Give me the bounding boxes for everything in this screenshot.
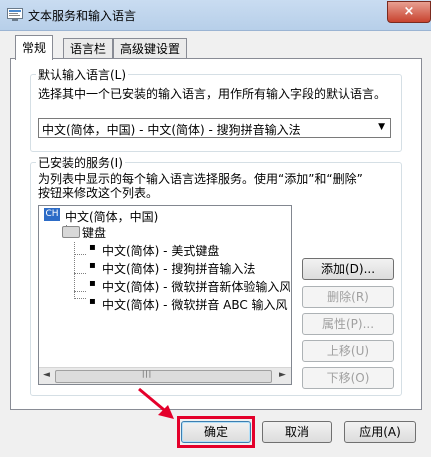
apply-button[interactable]: 应用(A) bbox=[344, 421, 416, 443]
scrollbar-thumb[interactable] bbox=[55, 370, 272, 383]
tab-advanced-key-settings[interactable]: 高级键设置 bbox=[113, 38, 188, 59]
tab-language-bar[interactable]: 语言栏 bbox=[63, 38, 114, 59]
red-arrow-icon bbox=[138, 387, 174, 419]
remove-button[interactable]: 删除(R) bbox=[302, 286, 394, 308]
tab-advanced-key-settings-label: 高级键设置 bbox=[120, 42, 181, 56]
bullet-icon: ▪ bbox=[89, 260, 96, 271]
scroll-grip-icon: ||| bbox=[142, 370, 153, 378]
window-title: 文本服务和输入语言 bbox=[28, 9, 137, 23]
tree-service-item[interactable]: 中文(简体) - 搜狗拼音输入法 bbox=[102, 260, 255, 277]
installed-services-description-2: 按钮来修改这个列表。 bbox=[38, 186, 159, 200]
tree-category-label[interactable]: 键盘 bbox=[82, 224, 106, 241]
installed-services-legend: 已安装的服务(I) bbox=[36, 154, 125, 171]
tree-service-item[interactable]: 中文(简体) - 微软拼音新体验输入风 bbox=[102, 278, 290, 295]
tab-language-bar-label: 语言栏 bbox=[70, 42, 107, 56]
tree-language-label[interactable]: 中文(简体，中国) bbox=[65, 208, 158, 225]
keyboard-icon bbox=[62, 226, 80, 238]
tree-connector bbox=[74, 254, 86, 255]
bullet-icon: ▪ bbox=[89, 278, 96, 289]
bullet-icon: ▪ bbox=[89, 242, 96, 253]
tab-general[interactable]: 常规 bbox=[15, 35, 54, 60]
horizontal-scrollbar[interactable]: ◄ ||| ► bbox=[39, 367, 291, 384]
title-bar[interactable]: 文本服务和输入语言 × bbox=[0, 0, 431, 31]
ok-highlight-box bbox=[177, 416, 255, 448]
cancel-button[interactable]: 取消 bbox=[262, 421, 332, 443]
language-badge[interactable]: CH bbox=[44, 208, 60, 221]
dialog-window: 文本服务和输入语言 × 常规 语言栏 高级键设置 默认输入语言(L) 选择其中一… bbox=[0, 0, 431, 457]
scroll-left-icon[interactable]: ◄ bbox=[43, 370, 50, 380]
tab-general-label: 常规 bbox=[22, 41, 47, 55]
tree-connector bbox=[74, 291, 86, 292]
add-button[interactable]: 添加(D)... bbox=[302, 258, 394, 280]
default-language-select[interactable]: 中文(简体，中国) - 中文(简体) - 搜狗拼音输入法 ▼ bbox=[38, 118, 391, 138]
default-language-legend: 默认输入语言(L) bbox=[36, 66, 129, 83]
close-icon: × bbox=[403, 4, 415, 19]
default-language-value: 中文(简体，中国) - 中文(简体) - 搜狗拼音输入法 bbox=[42, 123, 301, 137]
app-icon bbox=[7, 8, 23, 21]
close-button[interactable]: × bbox=[387, 1, 431, 23]
default-language-description: 选择其中一个已安装的输入语言，用作所有输入字段的默认语言。 bbox=[38, 87, 387, 101]
tree-service-item[interactable]: 中文(简体) - 美式键盘 bbox=[102, 242, 219, 259]
scroll-right-icon[interactable]: ► bbox=[279, 370, 286, 380]
tree-service-item[interactable]: 中文(简体) - 微软拼音 ABC 输入风 bbox=[102, 296, 290, 313]
tree-connector bbox=[74, 298, 86, 299]
move-down-button[interactable]: 下移(O) bbox=[302, 367, 394, 389]
bullet-icon: ▪ bbox=[89, 296, 96, 307]
move-up-button[interactable]: 上移(U) bbox=[302, 340, 394, 362]
chevron-down-icon: ▼ bbox=[378, 122, 385, 132]
tree-connector bbox=[74, 273, 86, 274]
properties-button[interactable]: 属性(P)... bbox=[302, 313, 394, 335]
